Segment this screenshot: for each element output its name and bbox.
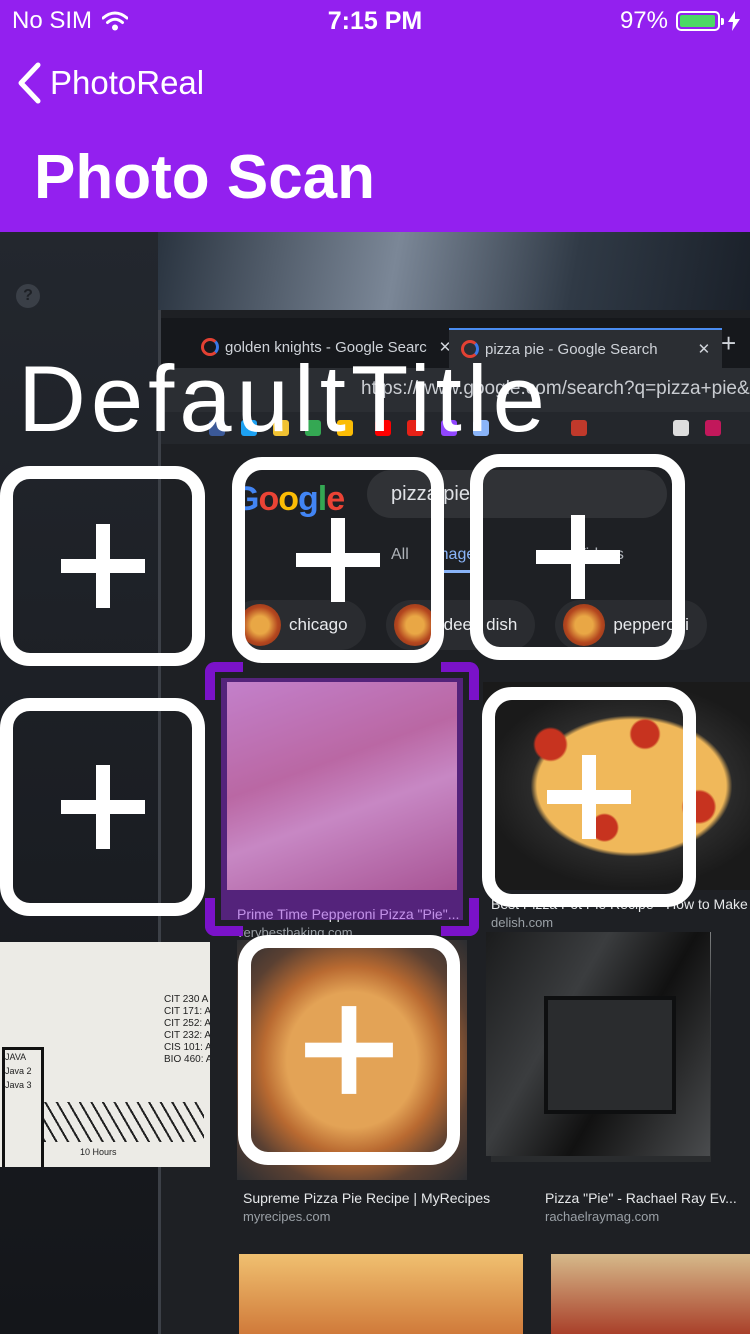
tv-photo: [486, 932, 710, 1156]
whiteboard-text: BIO 460: A: [164, 1054, 210, 1065]
battery-percent: 97%: [619, 7, 668, 34]
battery-icon: [676, 11, 724, 31]
result-caption: Pizza "Pie" - Rachael Ray Ev... rachaelr…: [545, 1190, 737, 1224]
back-button[interactable]: PhotoReal: [16, 62, 204, 104]
whiteboard-text: JAVA: [5, 1052, 27, 1062]
result-image: [239, 1254, 523, 1334]
plus-icon: [547, 755, 631, 839]
bookmark-icon: [705, 420, 721, 436]
status-bar: No SIM 7:15 PM 97%: [0, 0, 750, 40]
whiteboard-photo: CIT 230 A CIT 171: A CIT 252: A CIT 232:…: [0, 942, 210, 1167]
scan-title: DefaultTitle: [18, 346, 550, 451]
whiteboard-hatch: [44, 1102, 204, 1142]
result-source: myrecipes.com: [243, 1209, 331, 1224]
add-photo-slot[interactable]: [0, 698, 205, 916]
whiteboard-note: CIT 230 A CIT 171: A CIT 252: A CIT 232:…: [164, 994, 210, 1066]
close-tab-icon: ✕: [697, 341, 711, 358]
bookmark-icon: [571, 420, 587, 436]
whiteboard-text: Java 3: [5, 1080, 32, 1090]
whiteboard-text: 10 Hours: [80, 1147, 117, 1157]
whiteboard-text: CIT 232: A: [164, 1030, 210, 1041]
frame-corner: [441, 662, 479, 700]
add-photo-slot[interactable]: [232, 457, 444, 663]
help-icon: ?: [16, 284, 40, 308]
back-button-label: PhotoReal: [50, 64, 205, 101]
add-photo-slot[interactable]: [470, 454, 685, 660]
chevron-left-icon: [18, 62, 41, 104]
plus-icon: [535, 515, 620, 599]
plus-icon: [305, 1006, 393, 1094]
tv-screen: [544, 996, 676, 1114]
camera-preview: ? golden knights - Google Searc ✕ pizza …: [0, 232, 750, 1334]
plus-icon: [60, 524, 145, 608]
whiteboard-text: CIT 230 A: [164, 994, 209, 1005]
whiteboard-text: CIS 101: A: [164, 1042, 210, 1053]
whiteboard-text: CIT 171: A: [164, 1006, 210, 1017]
result-title: Pizza "Pie" - Rachael Ray Ev...: [545, 1190, 737, 1206]
add-photo-slot[interactable]: [238, 935, 460, 1165]
add-photo-slot[interactable]: [0, 466, 205, 666]
whiteboard-text: CIT 252: A: [164, 1018, 210, 1029]
plus-icon: [296, 518, 380, 602]
whiteboard-text: Java 2: [5, 1066, 32, 1076]
result-image: [551, 1254, 750, 1334]
amazon-icon: [673, 420, 689, 436]
new-tab-icon: +: [721, 328, 737, 358]
selected-photo-tint: [221, 678, 463, 920]
frame-corner: [205, 898, 243, 936]
result-source: delish.com: [491, 915, 554, 930]
result-caption: Supreme Pizza Pie Recipe | MyRecipes myr…: [243, 1190, 490, 1224]
page-title: Photo Scan: [34, 143, 376, 212]
battery-fill: [680, 15, 715, 27]
background-poster: [158, 232, 750, 314]
navigation-header: No SIM 7:15 PM 97% PhotoReal Photo Scan: [0, 0, 750, 232]
selected-photo-frame[interactable]: [205, 662, 479, 936]
frame-corner: [441, 898, 479, 936]
charging-bolt-icon: [728, 11, 740, 31]
whiteboard-box: JAVA Java 2 Java 3: [2, 1047, 44, 1167]
status-right: 97%: [620, 7, 740, 35]
add-photo-slot[interactable]: [482, 687, 696, 907]
result-title: Supreme Pizza Pie Recipe | MyRecipes: [243, 1190, 491, 1206]
frame-corner: [205, 662, 243, 700]
plus-icon: [60, 765, 145, 849]
result-source: rachaelraymag.com: [545, 1209, 660, 1224]
